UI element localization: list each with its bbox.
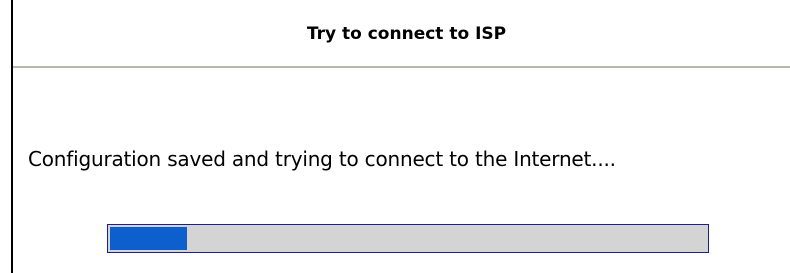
header-divider [13, 66, 790, 68]
dialog-header: Try to connect to ISP [13, 0, 790, 66]
status-message: Configuration saved and trying to connec… [28, 147, 616, 171]
progress-bar [107, 224, 709, 253]
connect-dialog: Try to connect to ISP Configuration save… [0, 0, 790, 273]
progress-bar-fill [110, 227, 188, 250]
dialog-title: Try to connect to ISP [306, 24, 507, 44]
